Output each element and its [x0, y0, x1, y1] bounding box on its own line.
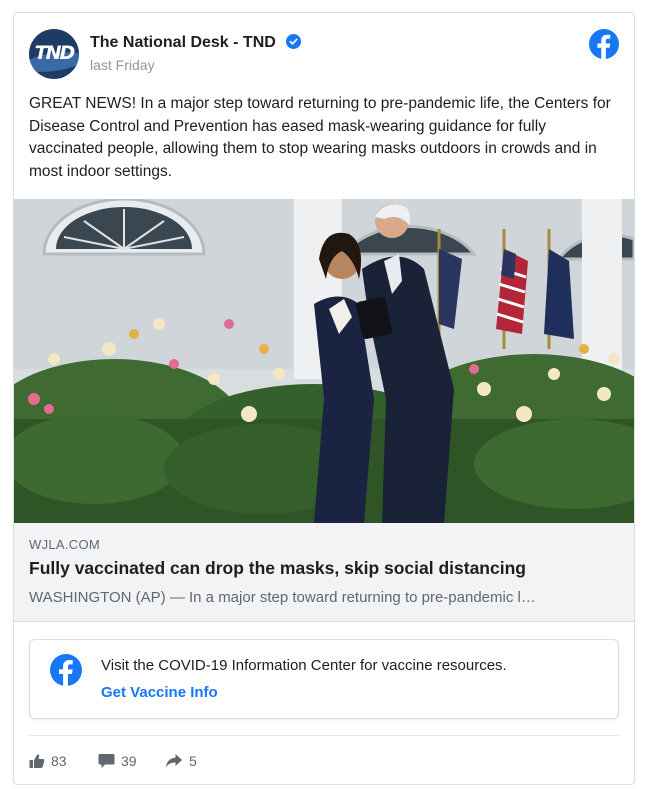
- link-description: WASHINGTON (AP) — In a major step toward…: [29, 589, 536, 606]
- get-vaccine-info-link[interactable]: Get Vaccine Info: [101, 684, 218, 701]
- post-timestamp[interactable]: last Friday: [90, 57, 155, 73]
- post-text: GREAT NEWS! In a major step toward retur…: [29, 95, 611, 180]
- comment-count-value: 39: [121, 753, 137, 769]
- verified-badge-icon: [286, 34, 302, 49]
- facebook-logo-icon: [50, 654, 82, 686]
- comment-icon: [98, 754, 115, 768]
- covid-info-box: Visit the COVID-19 Information Center fo…: [29, 639, 619, 719]
- link-preview[interactable]: WJLA.COM Fully vaccinated can drop the m…: [14, 523, 634, 622]
- post-header: TND The National Desk - TND last Friday: [29, 29, 619, 79]
- link-preview-image[interactable]: [14, 199, 634, 523]
- info-box-text: Visit the COVID-19 Information Center fo…: [101, 657, 507, 674]
- like-icon: [29, 754, 45, 768]
- avatar[interactable]: TND: [29, 29, 79, 79]
- avatar-logo-text: TND: [34, 42, 76, 64]
- share-count-value: 5: [189, 753, 197, 769]
- link-domain: WJLA.COM: [29, 537, 101, 552]
- like-count[interactable]: 83: [29, 751, 67, 771]
- like-count-value: 83: [51, 753, 67, 769]
- share-count[interactable]: 5: [165, 751, 197, 771]
- page-name[interactable]: The National Desk - TND: [90, 34, 302, 52]
- post-card: TND The National Desk - TND last Friday …: [13, 12, 635, 785]
- share-icon: [165, 754, 182, 768]
- divider: [29, 735, 619, 736]
- link-title[interactable]: Fully vaccinated can drop the masks, ski…: [29, 558, 619, 579]
- page-name-label[interactable]: The National Desk - TND: [90, 34, 276, 51]
- facebook-logo-icon[interactable]: [589, 29, 619, 59]
- comment-count[interactable]: 39: [98, 751, 137, 771]
